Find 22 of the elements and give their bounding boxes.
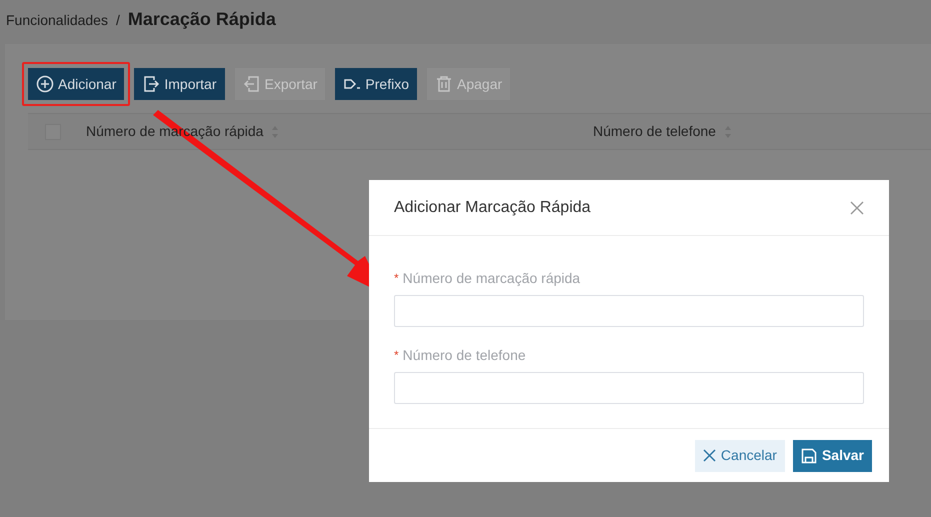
breadcrumb-link[interactable]: Funcionalidades: [6, 10, 108, 31]
plus-circle-icon: [36, 75, 54, 93]
close-icon: [702, 449, 716, 462]
toolbar-button[interactable]: Prefixo: [335, 68, 417, 100]
field-label: Número de telefone: [402, 346, 526, 364]
close-icon[interactable]: [850, 200, 864, 214]
input-field[interactable]: [394, 372, 864, 404]
breadcrumb-separator: /: [116, 11, 120, 30]
required-asterisk: *: [394, 347, 399, 364]
export-icon: [242, 75, 260, 93]
toolbar-button[interactable]: Adicionar: [28, 68, 124, 100]
input-field[interactable]: [394, 295, 864, 327]
cancel-button[interactable]: Cancelar: [694, 440, 785, 472]
trash-icon: [435, 75, 453, 93]
import-icon: [142, 75, 160, 93]
field-label: Número de marcação rápida: [402, 268, 580, 288]
save-button[interactable]: Salvar: [792, 440, 872, 472]
toolbar-button[interactable]: Importar: [134, 68, 224, 100]
required-asterisk: *: [394, 270, 399, 287]
page-title: Marcação Rápida: [128, 8, 276, 31]
column-header: Número de telefone: [593, 122, 716, 141]
dialog-title: Adicionar Marcação Rápida: [394, 198, 591, 218]
